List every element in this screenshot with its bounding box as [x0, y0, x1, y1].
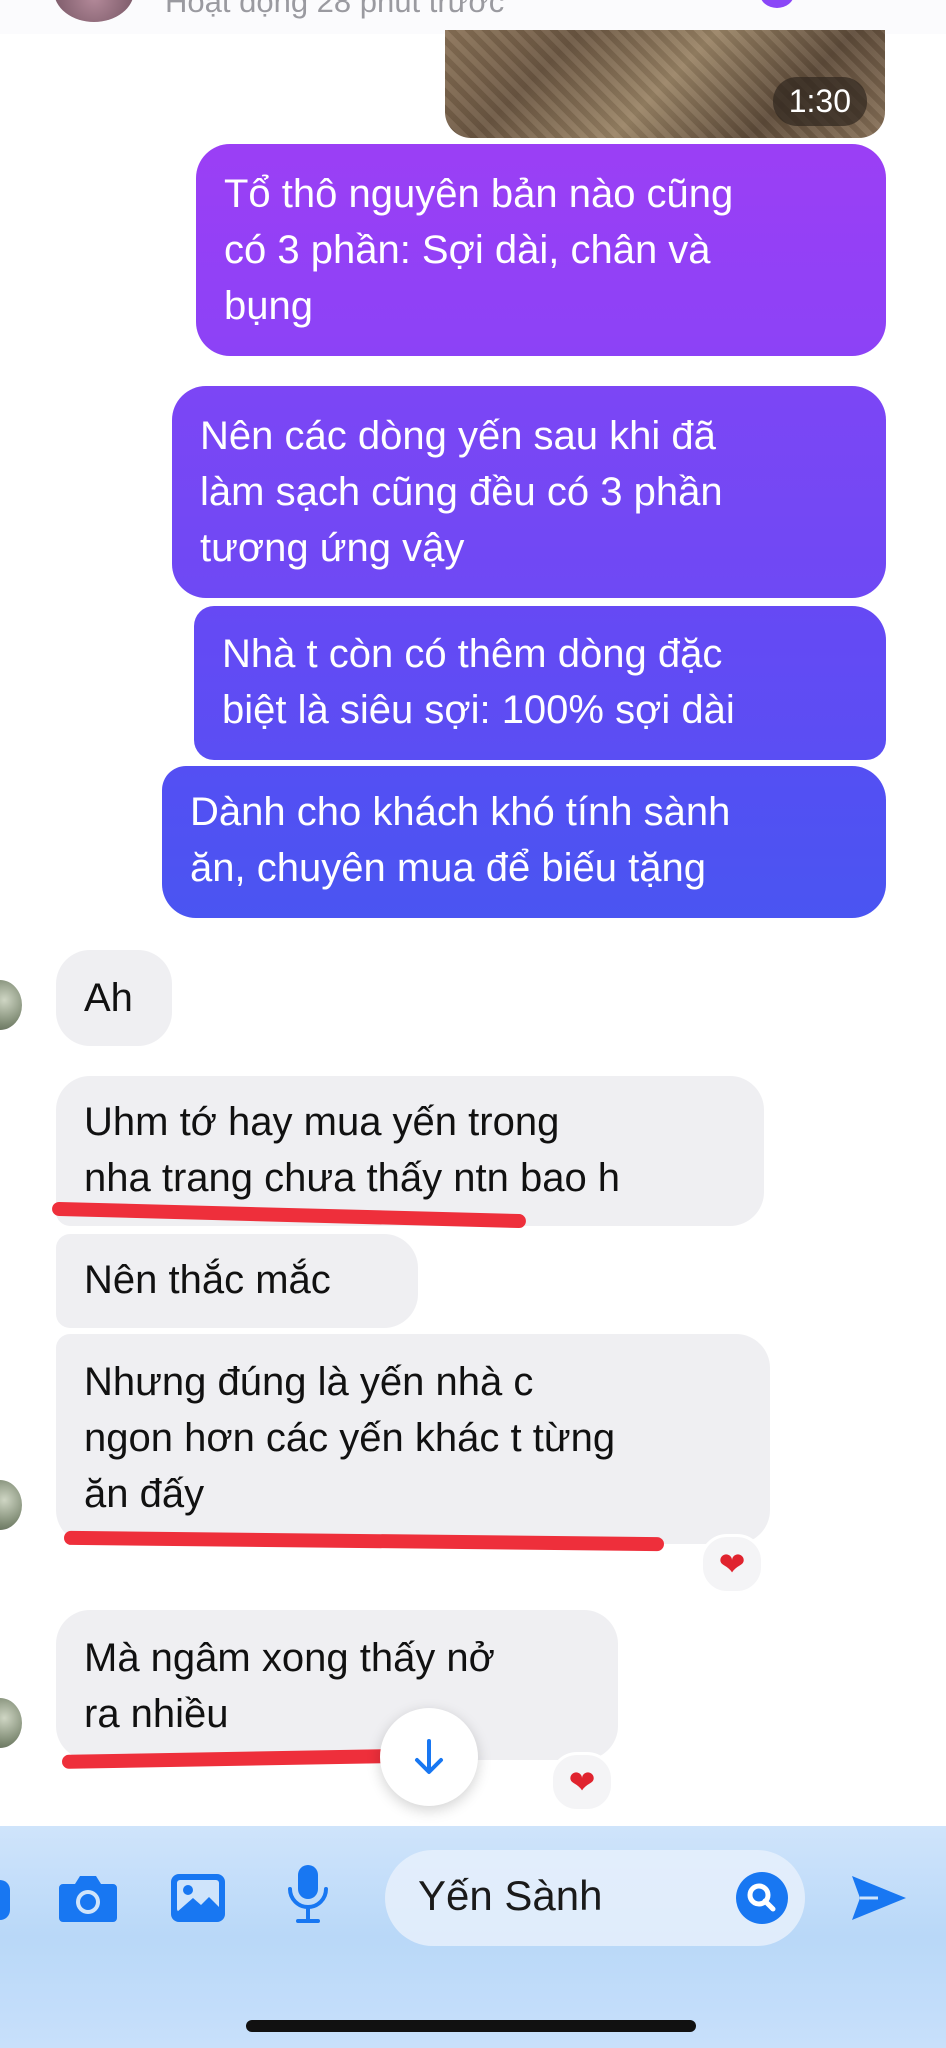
incoming-message-3[interactable]: Nên thắc mắc: [56, 1234, 418, 1328]
message-line: bụng: [224, 284, 313, 328]
message-input-text: Yến Sành: [418, 1872, 603, 1919]
heart-reaction[interactable]: ❤: [700, 1534, 764, 1594]
heart-icon: ❤: [718, 1546, 746, 1582]
outgoing-message-3[interactable]: Nhà t còn có thêm dòng đặc biệt là siêu …: [194, 606, 886, 760]
message-line: ăn đấy: [84, 1472, 205, 1516]
arrow-down-icon: [415, 1739, 443, 1774]
outgoing-message-1[interactable]: Tổ thô nguyên bản nào cũng có 3 phần: Sợ…: [196, 144, 886, 356]
message-line: ra nhiều: [84, 1692, 229, 1736]
message-line: Ah: [84, 976, 133, 1020]
message-line: Tổ thô nguyên bản nào cũng: [224, 172, 734, 216]
message-line: Nhưng đúng là yến nhà c: [84, 1360, 534, 1404]
microphone-icon: [288, 1865, 328, 1923]
outgoing-message-2[interactable]: Nên các dòng yến sau khi đã làm sạch cũn…: [172, 386, 886, 598]
sender-avatar[interactable]: [0, 1480, 22, 1530]
message-line: Uhm tớ hay mua yến trong: [84, 1100, 560, 1144]
sender-avatar[interactable]: [0, 1698, 22, 1748]
message-line: ăn, chuyên mua để biếu tặng: [190, 846, 706, 890]
message-line: làm sạch cũng đều có 3 phần: [200, 470, 723, 514]
incoming-message-4[interactable]: Nhưng đúng là yến nhà c ngon hơn các yến…: [56, 1334, 770, 1544]
sender-avatar[interactable]: [0, 980, 22, 1030]
video-duration: 1:30: [772, 77, 867, 126]
message-line: ngon hơn các yến khác t từng: [84, 1416, 616, 1460]
send-icon: [852, 1876, 906, 1920]
heart-reaction[interactable]: ❤: [550, 1752, 614, 1812]
message-line: Nên thắc mắc: [84, 1258, 331, 1302]
active-status: Hoạt động 28 phút trước: [165, 0, 505, 19]
incoming-message-1[interactable]: Ah: [56, 950, 172, 1046]
search-icon: [736, 1872, 788, 1924]
message-line: có 3 phần: Sợi dài, chân và: [224, 228, 711, 272]
message-line: Dành cho khách khó tính sành: [190, 790, 731, 834]
send-button[interactable]: [846, 1866, 910, 1930]
video-message[interactable]: 1:30: [445, 30, 885, 138]
message-line: tương ứng vậy: [200, 526, 465, 570]
composer-edge-icon[interactable]: [0, 1880, 10, 1920]
message-line: Mà ngâm xong thấy nở: [84, 1636, 495, 1680]
outgoing-message-4[interactable]: Dành cho khách khó tính sành ăn, chuyên …: [162, 766, 886, 918]
camera-icon: [59, 1876, 117, 1922]
scroll-to-bottom-button[interactable]: [380, 1708, 478, 1806]
microphone-button[interactable]: [276, 1862, 340, 1926]
incoming-message-2[interactable]: Uhm tớ hay mua yến trong nha trang chưa …: [56, 1076, 764, 1226]
message-line: nha trang chưa thấy ntn bao h: [84, 1156, 621, 1200]
incoming-message-5[interactable]: Mà ngâm xong thấy nở ra nhiều: [56, 1610, 618, 1760]
gallery-icon: [171, 1874, 225, 1922]
message-line: Nhà t còn có thêm dòng đặc: [222, 632, 723, 676]
search-button[interactable]: [730, 1866, 794, 1930]
gallery-button[interactable]: [166, 1866, 230, 1930]
message-line: biệt là siêu sợi: 100% sợi dài: [222, 688, 735, 732]
home-indicator: [246, 2020, 696, 2032]
heart-icon: ❤: [568, 1764, 596, 1800]
message-line: Nên các dòng yến sau khi đã: [200, 414, 716, 458]
camera-button[interactable]: [56, 1866, 120, 1930]
